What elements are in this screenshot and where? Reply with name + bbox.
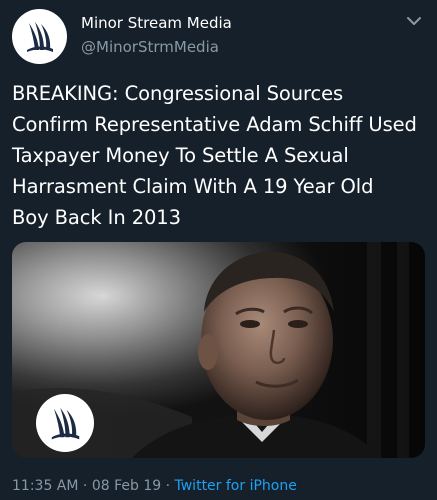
- tweet-card: Minor Stream Media @MinorStrmMedia BREAK…: [0, 0, 437, 500]
- author-handle[interactable]: @MinorStrmMedia: [81, 38, 219, 56]
- author-avatar[interactable]: [12, 9, 67, 64]
- separator: ·: [161, 478, 175, 494]
- tweet-text-line: Confirm Representative Adam Schiff Used: [12, 113, 417, 136]
- tweet-text-line: Harrasment Claim With A 19 Year Old: [12, 175, 374, 198]
- tweet-media-image[interactable]: [12, 242, 425, 458]
- media-watermark-logo: [36, 394, 94, 452]
- tweet-text: BREAKING: Congressional Sources Confirm …: [12, 78, 432, 233]
- wave-logo-icon: [51, 407, 80, 440]
- tweet-date[interactable]: 08 Feb 19: [92, 478, 161, 494]
- separator: ·: [78, 478, 92, 494]
- author-display-name[interactable]: Minor Stream Media: [81, 14, 232, 32]
- chevron-down-icon[interactable]: [407, 16, 421, 26]
- tweet-text-line: BREAKING: Congressional Sources: [12, 82, 344, 105]
- wave-logo-icon: [27, 22, 53, 52]
- tweet-text-line: Taxpayer Money To Settle A Sexual: [12, 144, 349, 167]
- tweet-text-line: Boy Back In 2013: [12, 206, 181, 229]
- tweet-source-link[interactable]: Twitter for iPhone: [175, 478, 297, 494]
- tweet-meta: 11:35 AM · 08 Feb 19 · Twitter for iPhon…: [12, 478, 297, 494]
- tweet-time[interactable]: 11:35 AM: [12, 478, 78, 494]
